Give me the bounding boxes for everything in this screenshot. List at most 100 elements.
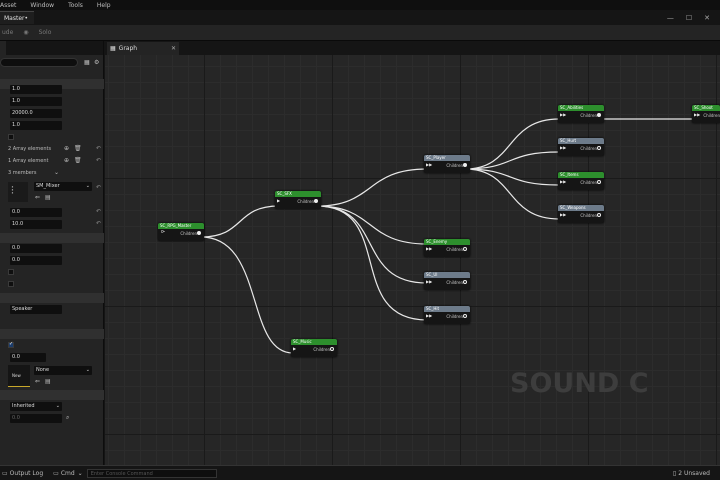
add-icon[interactable]: ⊕ <box>64 145 69 152</box>
node-rpg-master[interactable]: SC_RPG_Master ⊳ Children <box>158 223 204 241</box>
output-pin[interactable] <box>597 113 601 117</box>
reset-icon[interactable]: ↶ <box>96 220 101 227</box>
reset-icon[interactable]: ↶ <box>96 184 101 191</box>
input-pin-icon[interactable]: ▶▶ <box>426 279 432 284</box>
reset-icon[interactable]: ↶ <box>96 208 101 215</box>
node-ui[interactable]: SC_UI ▶▶ Children <box>424 272 470 290</box>
property-checkbox[interactable] <box>8 281 14 287</box>
details-tab[interactable] <box>0 41 6 55</box>
input-pin-icon[interactable]: ▶▶ <box>694 112 700 117</box>
node-hurt[interactable]: SC_Hurt ▶▶ Children <box>558 138 604 156</box>
output-pin[interactable] <box>597 146 601 150</box>
document-tab[interactable]: Master• <box>0 11 34 24</box>
property-checkbox[interactable] <box>8 269 14 275</box>
browse-arrow-icon[interactable]: ⇐ <box>35 194 40 201</box>
category-header[interactable] <box>0 293 104 303</box>
close-tab-icon[interactable]: ✕ <box>171 45 176 52</box>
node-abilities[interactable]: SC_Abilities ▶▶ Children <box>558 105 604 123</box>
menu-asset[interactable]: Asset <box>0 2 16 9</box>
property-field[interactable]: 0.0 <box>10 353 46 362</box>
browse-arrow-icon[interactable]: ⇐ <box>35 378 40 385</box>
input-pin-icon[interactable]: ⊳ <box>161 230 166 235</box>
cmd-dropdown[interactable]: Cmd <box>61 470 75 477</box>
property-field[interactable]: 1.0 <box>10 121 62 130</box>
search-icon[interactable]: ⌕ <box>66 414 69 422</box>
toolbar-item[interactable]: ude <box>2 29 13 36</box>
input-pin-icon[interactable]: ▶▶ <box>426 313 432 318</box>
graph-watermark: SOUND C <box>510 368 649 399</box>
trash-icon[interactable]: 🗑 <box>74 145 82 152</box>
input-pin-icon[interactable]: ▶ <box>293 346 298 351</box>
asset-thumbnail[interactable]: New <box>8 365 30 387</box>
input-pin-icon[interactable]: ▶▶ <box>560 179 566 184</box>
node-sfx[interactable]: SC_SFX ▶ Children <box>275 191 321 209</box>
menu-window[interactable]: Window <box>30 2 54 9</box>
close-window-icon[interactable]: ✕ <box>704 14 710 22</box>
folder-icon[interactable]: ▤ <box>45 378 51 385</box>
input-pin-icon[interactable]: ▶▶ <box>560 112 566 117</box>
property-field[interactable]: 20000.0 <box>10 109 62 118</box>
inherited-dropdown[interactable]: Inherited ⌄ <box>10 402 62 411</box>
console-input[interactable]: Enter Console Command <box>86 468 217 478</box>
node-music[interactable]: SC_Music ▶ Children <box>291 339 337 357</box>
node-enemy[interactable]: SC_Enemy ▶▶ Children <box>424 239 470 257</box>
output-log-button[interactable]: Output Log <box>10 470 43 477</box>
property-field[interactable]: 1.0 <box>10 85 62 94</box>
details-search-input[interactable] <box>0 58 78 67</box>
reset-icon[interactable]: ↶ <box>96 145 101 152</box>
solo-button[interactable]: Solo <box>39 29 52 36</box>
maximize-icon[interactable]: ☐ <box>686 14 692 22</box>
node-title: SC_Enemy <box>424 239 470 245</box>
property-field[interactable]: 0.0 <box>10 208 62 217</box>
category-header[interactable] <box>0 390 104 400</box>
folder-icon[interactable]: ▤ <box>45 194 51 201</box>
output-pin[interactable] <box>330 347 334 351</box>
menu-tools[interactable]: Tools <box>68 2 83 9</box>
property-field[interactable]: 0.0 <box>10 256 62 265</box>
node-player[interactable]: SC_Player ▶▶ Children <box>424 155 470 173</box>
node-weapons[interactable]: SC_Weapons ▶▶ Children <box>558 205 604 223</box>
unsaved-button[interactable]: 2 Unsaved <box>678 470 710 477</box>
mixer-sliders-icon: ⫶ <box>11 184 14 197</box>
menu-help[interactable]: Help <box>97 2 111 9</box>
chevron-down-icon[interactable]: ⌄ <box>78 470 83 477</box>
input-pin-icon[interactable]: ▶▶ <box>560 145 566 150</box>
node-title: SC_Items <box>558 172 604 178</box>
input-pin-icon[interactable]: ▶▶ <box>426 246 432 251</box>
node-hit[interactable]: SC_Hit ▶▶ Children <box>424 306 470 324</box>
property-field[interactable]: 0.0 <box>10 414 62 423</box>
node-items[interactable]: SC_Items ▶▶ Children <box>558 172 604 190</box>
output-pin[interactable] <box>597 213 601 217</box>
minimize-icon[interactable]: — <box>667 14 674 22</box>
property-field[interactable]: 10.0 <box>10 220 62 229</box>
reset-icon[interactable]: ↶ <box>96 157 101 164</box>
settings-icon[interactable]: ⚙ <box>94 59 99 66</box>
property-checkbox[interactable] <box>8 134 14 140</box>
enabled-checkbox[interactable]: ✓ <box>8 341 14 348</box>
output-pin[interactable] <box>463 247 467 251</box>
output-pin[interactable] <box>463 314 467 318</box>
children-pin-label: Children <box>313 347 330 352</box>
speaker-dropdown[interactable]: Speaker <box>10 305 62 314</box>
input-pin-icon[interactable]: ▶▶ <box>426 162 432 167</box>
graph-canvas[interactable]: SC_RPG_Master ⊳ Children SC_SFX ▶ Childr… <box>105 55 720 465</box>
input-pin-icon[interactable]: ▶ <box>277 198 282 203</box>
asset-dropdown[interactable]: None ⌄ <box>34 366 92 375</box>
trash-icon[interactable]: 🗑 <box>74 157 82 164</box>
graph-tab[interactable]: ▦ Graph ✕ <box>107 42 179 55</box>
output-pin[interactable] <box>314 199 318 203</box>
property-field[interactable]: 0.0 <box>10 244 62 253</box>
node-shoot[interactable]: SC_Shoot ▶▶ Children <box>692 105 720 123</box>
mixer-asset-dropdown[interactable]: SM_Mixer ⌄ <box>34 182 92 191</box>
add-icon[interactable]: ⊕ <box>64 157 69 164</box>
chevron-down-icon[interactable]: ⌄ <box>54 169 59 176</box>
output-pin[interactable] <box>463 163 467 167</box>
output-pin[interactable] <box>197 231 201 235</box>
grid-icon[interactable]: ▦ <box>84 59 90 66</box>
output-pin[interactable] <box>597 180 601 184</box>
category-header[interactable] <box>0 233 104 243</box>
category-header[interactable] <box>0 329 104 339</box>
output-pin[interactable] <box>463 280 467 284</box>
input-pin-icon[interactable]: ▶▶ <box>560 212 566 217</box>
property-field[interactable]: 1.0 <box>10 97 62 106</box>
